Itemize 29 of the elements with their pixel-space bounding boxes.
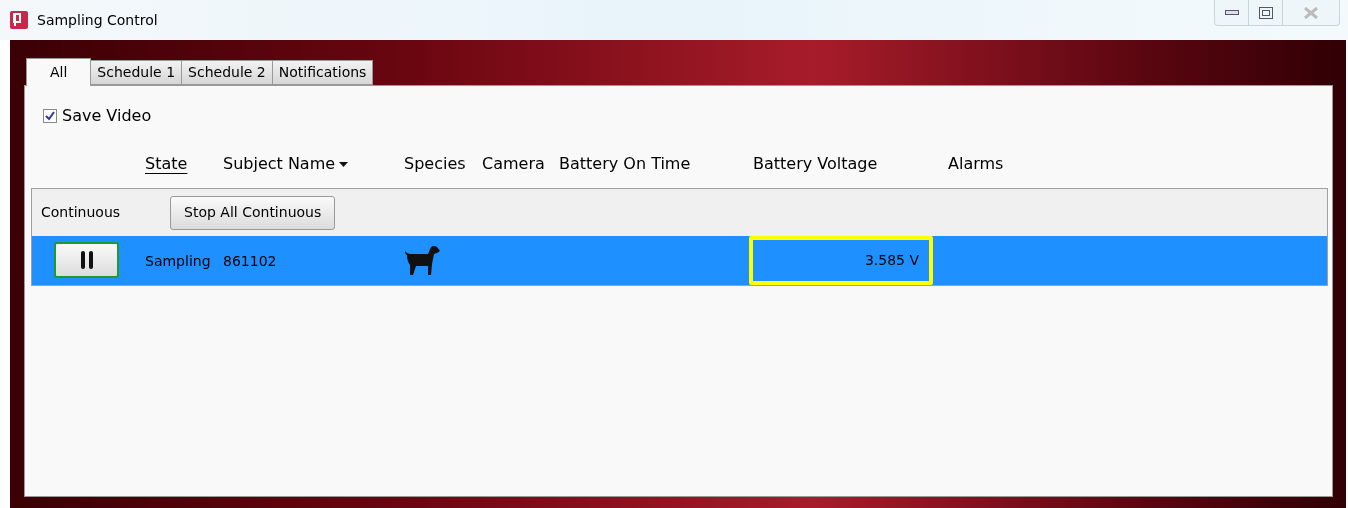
column-header[interactable]: Battery Voltage	[753, 152, 878, 176]
column-header[interactable]: Battery On Time	[559, 152, 691, 176]
tab[interactable]: Schedule 2	[182, 60, 273, 85]
column-header[interactable]: Species	[404, 152, 466, 176]
column-header[interactable]: Subject Name	[223, 152, 349, 176]
tab[interactable]: All	[26, 58, 92, 86]
voltage-cell: 3.585 V	[749, 236, 933, 285]
tab[interactable]: Schedule 1	[91, 60, 183, 85]
tab[interactable]: Notifications	[272, 60, 374, 85]
table-row[interactable]: Sampling 861102 3.585 V	[32, 236, 1327, 285]
column-header[interactable]: Alarms	[948, 152, 1004, 176]
sort-caret-icon	[339, 161, 349, 167]
app-icon	[10, 11, 28, 29]
minimize-icon	[1224, 10, 1239, 15]
save-video-label: Save Video	[62, 105, 152, 127]
column-header[interactable]: Camera	[482, 152, 545, 176]
state-cell-text: Sampling	[145, 252, 211, 271]
save-video-checkbox[interactable]	[43, 109, 57, 123]
maximize-icon	[1258, 6, 1273, 19]
pause-button[interactable]	[54, 242, 119, 278]
stop-all-continuous-button[interactable]: Stop All Continuous	[170, 195, 336, 230]
column-header[interactable]: State	[145, 152, 188, 176]
subject-cell-text: 861102	[223, 252, 277, 271]
window-title: Sampling Control	[37, 10, 158, 30]
dog-icon	[404, 245, 441, 276]
pause-icon	[79, 251, 94, 269]
group-label: Continuous	[41, 203, 121, 222]
check-icon	[45, 111, 55, 121]
close-icon	[1303, 6, 1319, 19]
